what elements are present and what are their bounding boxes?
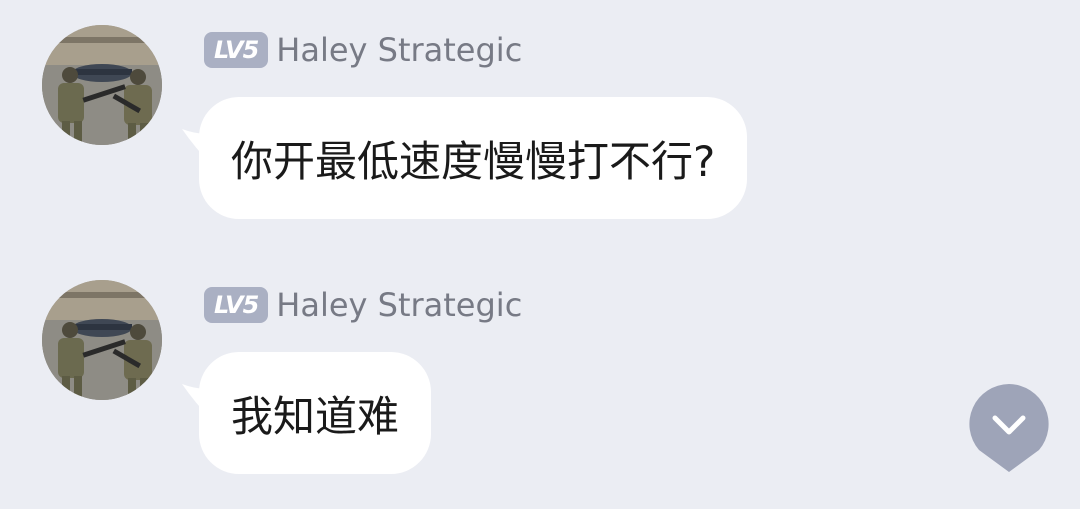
message-item: LV5 Haley Strategic 我知道难	[0, 255, 1000, 474]
avatar-photo	[42, 25, 162, 145]
sender-name[interactable]: Haley Strategic	[276, 31, 522, 69]
message-text: 我知道难	[231, 391, 400, 441]
chevron-down-icon	[969, 384, 1049, 472]
chat-message-list[interactable]: LV5 Haley Strategic 你开最低速度慢慢打不行? LV5 Hal…	[0, 0, 1080, 509]
message-text: 你开最低速度慢慢打不行?	[231, 136, 716, 186]
scroll-to-bottom-button[interactable]	[969, 384, 1049, 474]
level-badge: LV5	[204, 32, 269, 68]
message-bubble[interactable]: 我知道难	[199, 352, 432, 474]
sender-name[interactable]: Haley Strategic	[276, 286, 522, 324]
message-bubble[interactable]: 你开最低速度慢慢打不行?	[199, 97, 748, 219]
avatar[interactable]	[42, 25, 162, 145]
avatar[interactable]	[42, 280, 162, 400]
avatar-photo	[42, 280, 162, 400]
sender-meta: LV5 Haley Strategic	[204, 30, 522, 70]
message-item: LV5 Haley Strategic 你开最低速度慢慢打不行?	[0, 0, 1000, 219]
sender-meta: LV5 Haley Strategic	[204, 285, 522, 325]
level-badge: LV5	[204, 287, 269, 323]
